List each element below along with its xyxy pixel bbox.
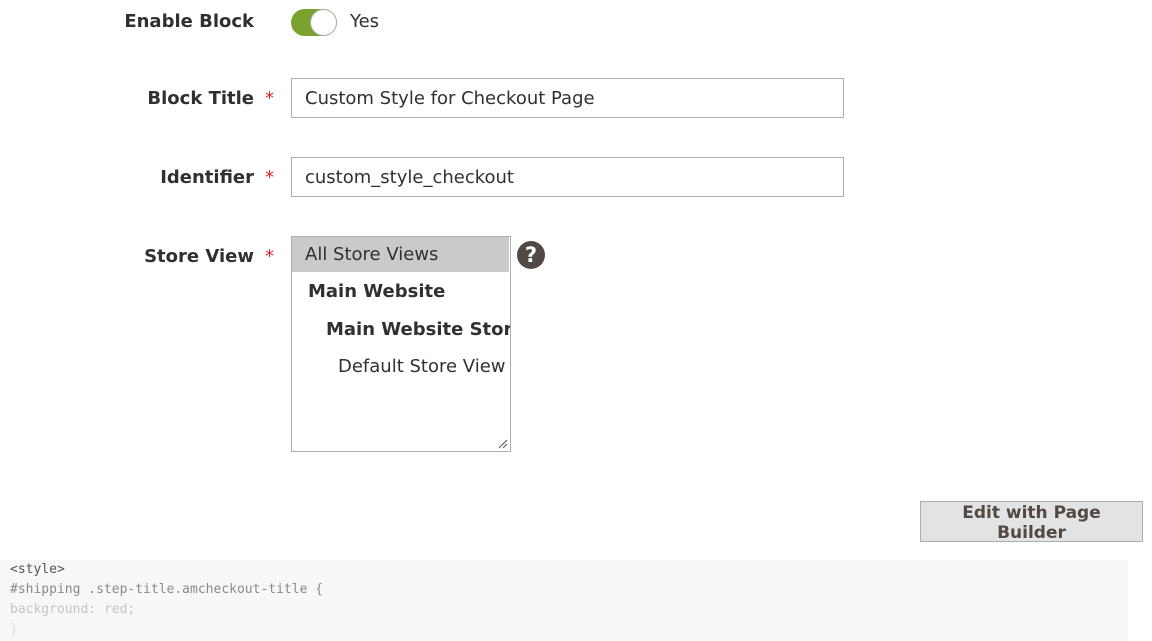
store-view-label: Store View — [0, 246, 254, 267]
edit-with-page-builder-button[interactable]: Edit with Page Builder — [920, 501, 1143, 543]
block-title-label-text: Block Title — [147, 88, 254, 109]
store-view-label-text: Store View — [144, 246, 254, 267]
required-asterisk: * — [265, 246, 274, 267]
store-view-option-main-website-store[interactable]: Main Website Store — [326, 319, 510, 340]
code-editor[interactable]: <style> #shipping .step-title.amcheckout… — [0, 560, 1128, 641]
store-view-multiselect[interactable]: All Store Views Main Website Main Websit… — [291, 236, 511, 452]
store-view-option-main-website[interactable]: Main Website — [308, 281, 445, 302]
cms-block-form: Enable Block Yes Block Title * Identifie… — [0, 0, 1152, 641]
code-line: #shipping .step-title.amcheckout-title { — [10, 582, 324, 597]
block-title-label: Block Title — [0, 88, 254, 109]
enable-block-toggle[interactable] — [291, 9, 337, 36]
block-title-input[interactable] — [291, 78, 844, 118]
required-asterisk: * — [265, 167, 274, 188]
required-asterisk: * — [265, 88, 274, 109]
store-view-option-default[interactable]: Default Store View — [338, 356, 506, 377]
identifier-input[interactable] — [291, 157, 844, 197]
code-line: background: red; — [10, 602, 136, 617]
store-view-option-all[interactable]: All Store Views — [292, 237, 509, 272]
enable-block-label: Enable Block — [0, 11, 254, 32]
help-icon[interactable]: ? — [517, 241, 545, 269]
toggle-knob — [310, 9, 337, 36]
enable-block-value: Yes — [350, 11, 380, 32]
code-line: <style> — [10, 562, 65, 577]
identifier-label-text: Identifier — [160, 167, 254, 188]
resize-grip-icon[interactable] — [498, 439, 508, 449]
code-line: } — [10, 622, 18, 637]
enable-block-label-text: Enable Block — [124, 11, 254, 32]
identifier-label: Identifier — [0, 167, 254, 188]
